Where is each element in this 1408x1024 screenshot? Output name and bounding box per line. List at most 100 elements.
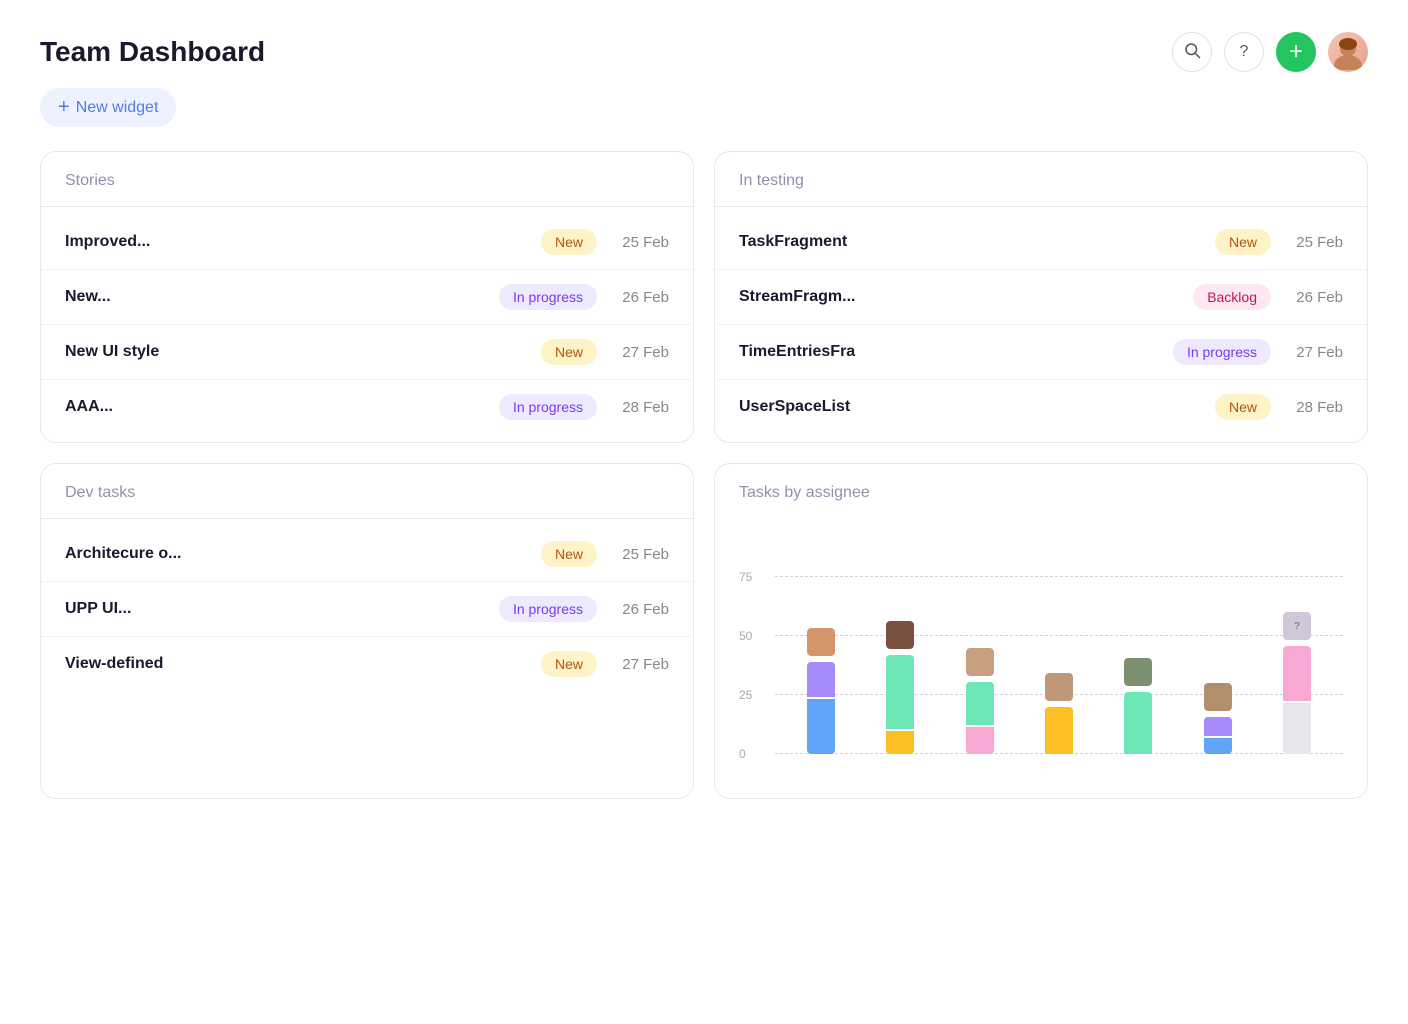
task-name: New UI style [65,343,529,361]
task-date: 26 Feb [609,601,669,618]
task-date: 27 Feb [609,344,669,361]
bar-group [783,518,858,754]
avatar [1328,32,1368,72]
table-row[interactable]: UserSpaceList New 28 Feb [715,380,1367,434]
task-date: 27 Feb [609,656,669,673]
new-widget-button[interactable]: + New widget [40,88,176,127]
task-date: 28 Feb [1283,399,1343,416]
dev-tasks-title: Dev tasks [65,484,135,501]
chart-title: Tasks by assignee [739,484,1343,502]
page-title: Team Dashboard [40,36,265,68]
user-avatar-button[interactable] [1328,32,1368,72]
header: Team Dashboard ? + [40,32,1368,72]
task-date: 25 Feb [609,234,669,251]
table-row[interactable]: View-defined New 27 Feb [41,637,693,691]
table-row[interactable]: TimeEntriesFra In progress 27 Feb [715,325,1367,380]
grid-label-25: 25 [739,688,752,702]
bar-group [942,518,1017,754]
bar-segment [1124,692,1152,754]
add-button[interactable]: + [1276,32,1316,72]
header-left: Team Dashboard [40,36,265,68]
dev-tasks-header: Dev tasks [41,464,693,519]
header-right: ? + [1172,32,1368,72]
status-badge: New [541,229,597,255]
avatar [807,628,835,656]
avatar [1204,683,1232,711]
in-testing-card: In testing TaskFragment New 25 Feb Strea… [714,151,1368,443]
dev-tasks-body: Architecure o... New 25 Feb UPP UI... In… [41,519,693,699]
status-badge: Backlog [1193,284,1271,310]
task-name: Improved... [65,233,529,251]
chart-area: 75 50 25 0 ? [739,518,1343,778]
bar-segment [886,655,914,729]
task-date: 28 Feb [609,399,669,416]
in-testing-body: TaskFragment New 25 Feb StreamFragm... B… [715,207,1367,442]
task-date: 25 Feb [609,546,669,563]
bar-segments [1124,692,1152,754]
bar-segment [807,662,835,697]
stories-header: Stories [41,152,693,207]
bar-segment [1283,703,1311,754]
status-badge: In progress [499,394,597,420]
bar-segments [1283,646,1311,754]
status-badge: New [1215,229,1271,255]
bar-segment [966,682,994,725]
bar-segment [807,699,835,754]
bars-container: ? [775,518,1343,754]
task-date: 27 Feb [1283,344,1343,361]
grid-label-0: 0 [739,747,746,761]
table-row[interactable]: StreamFragm... Backlog 26 Feb [715,270,1367,325]
table-row[interactable]: TaskFragment New 25 Feb [715,215,1367,270]
help-button[interactable]: ? [1224,32,1264,72]
add-icon: + [1289,40,1303,64]
bar-segments [886,655,914,754]
table-row[interactable]: UPP UI... In progress 26 Feb [41,582,693,637]
bar-segment [1045,707,1073,754]
status-badge: In progress [499,596,597,622]
avatar [1124,658,1152,686]
table-row[interactable]: AAA... In progress 28 Feb [41,380,693,434]
bar-segment [1283,646,1311,701]
task-date: 26 Feb [609,289,669,306]
avatar [1045,673,1073,701]
tasks-by-assignee-card: Tasks by assignee 75 50 25 0 [714,463,1368,799]
task-name: AAA... [65,398,487,416]
stories-card: Stories Improved... New 25 Feb New... In… [40,151,694,443]
bar-group [1021,518,1096,754]
search-icon [1183,41,1201,64]
bar-segments [807,662,835,754]
bar-segments [1045,707,1073,754]
bar-group [862,518,937,754]
bar-segments [966,682,994,754]
bar-segment [886,731,914,754]
table-row[interactable]: New... In progress 26 Feb [41,270,693,325]
new-widget-plus-icon: + [58,96,70,119]
bar-segment [1204,717,1232,736]
bar-segments [1204,717,1232,754]
task-name: UPP UI... [65,600,487,618]
in-testing-title: In testing [739,172,804,189]
bar-group [1101,518,1176,754]
status-badge: New [541,541,597,567]
status-badge: In progress [1173,339,1271,365]
stories-title: Stories [65,172,115,189]
search-button[interactable] [1172,32,1212,72]
table-row[interactable]: Improved... New 25 Feb [41,215,693,270]
task-name: TimeEntriesFra [739,343,1161,361]
task-name: Architecure o... [65,545,529,563]
bar-group: ? [1260,518,1335,754]
table-row[interactable]: New UI style New 27 Feb [41,325,693,380]
grid-label-75: 75 [739,570,752,584]
task-name: New... [65,288,487,306]
table-row[interactable]: Architecure o... New 25 Feb [41,527,693,582]
task-name: TaskFragment [739,233,1203,251]
bar-segment [1204,738,1232,754]
new-widget-label: New widget [76,99,159,117]
task-date: 26 Feb [1283,289,1343,306]
task-name: StreamFragm... [739,288,1181,306]
in-testing-header: In testing [715,152,1367,207]
avatar: ? [1283,612,1311,640]
dev-tasks-card: Dev tasks Architecure o... New 25 Feb UP… [40,463,694,799]
status-badge: In progress [499,284,597,310]
avatar [886,621,914,649]
